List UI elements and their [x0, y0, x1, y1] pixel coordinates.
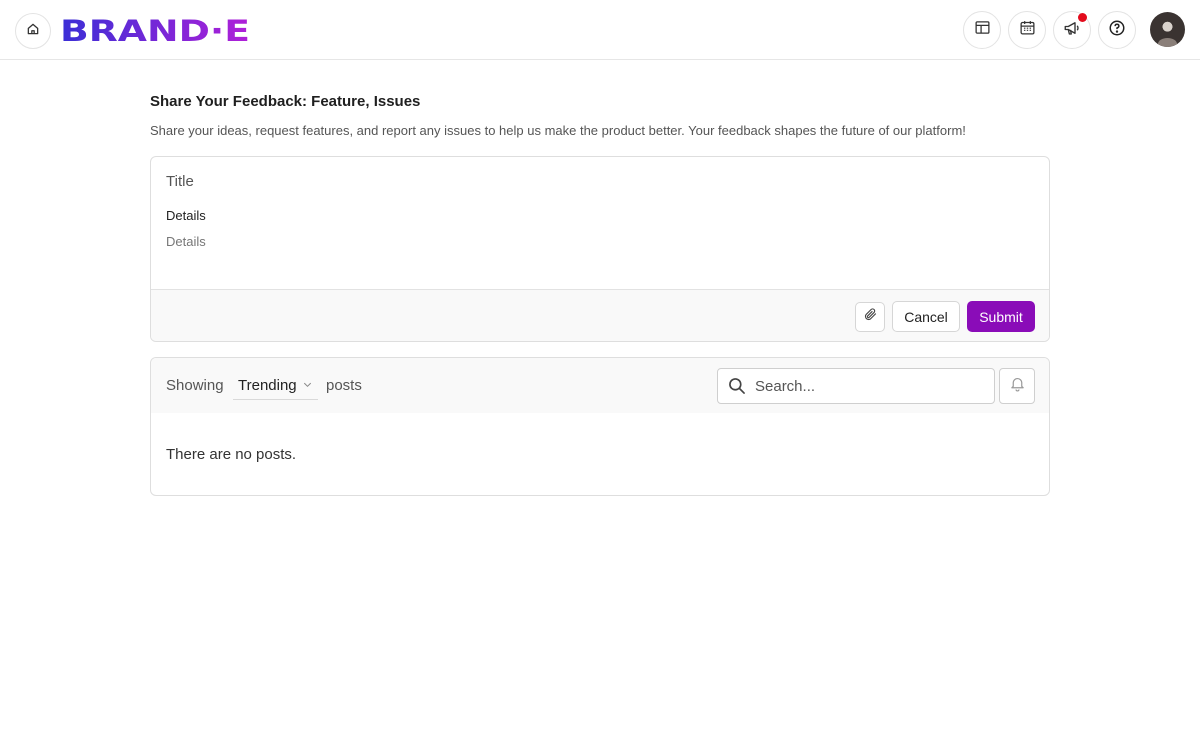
user-avatar[interactable]: [1150, 12, 1185, 47]
home-icon: [26, 22, 40, 41]
announcements-button[interactable]: [1053, 11, 1091, 49]
cancel-button[interactable]: Cancel: [892, 301, 960, 332]
empty-posts-message: There are no posts.: [166, 446, 297, 463]
showing-label: Showing: [166, 377, 224, 394]
megaphone-icon: [1063, 19, 1081, 42]
brand-text: BRAND·E: [60, 14, 250, 46]
bell-icon: [1009, 375, 1026, 397]
brand-logo[interactable]: BRAND·E: [60, 12, 255, 46]
layout-button[interactable]: [963, 11, 1001, 49]
search-input[interactable]: [755, 376, 985, 396]
help-button[interactable]: [1098, 11, 1136, 49]
top-bar: BRAND·E: [0, 0, 1200, 60]
calendar-button[interactable]: [1008, 11, 1046, 49]
title-input[interactable]: [166, 171, 1026, 191]
subscribe-button[interactable]: [999, 368, 1035, 404]
posts-panel: Showing Trending posts There are no post…: [150, 357, 1050, 496]
paperclip-icon: [863, 307, 878, 327]
submit-button[interactable]: Submit: [967, 301, 1035, 332]
composer-footer: Cancel Submit: [151, 289, 1049, 341]
attach-button[interactable]: [855, 302, 885, 332]
page-subtitle: Share your ideas, request features, and …: [150, 123, 966, 138]
details-label: Details: [166, 208, 206, 223]
notification-dot: [1078, 13, 1087, 22]
chevron-down-icon: [302, 377, 313, 394]
posts-toolbar: Showing Trending posts: [151, 358, 1049, 413]
search-box[interactable]: [717, 368, 995, 404]
search-icon: [727, 376, 747, 401]
help-icon: [1108, 19, 1126, 42]
sort-select[interactable]: Trending: [233, 372, 318, 400]
page-title: Share Your Feedback: Feature, Issues: [150, 93, 421, 110]
feedback-composer: Details Cancel Submit: [150, 156, 1050, 342]
details-input[interactable]: [166, 234, 1026, 274]
home-button[interactable]: [15, 13, 51, 49]
calendar-icon: [1019, 19, 1036, 41]
sort-value: Trending: [238, 377, 297, 394]
posts-label: posts: [326, 377, 362, 394]
layout-icon: [974, 19, 991, 41]
